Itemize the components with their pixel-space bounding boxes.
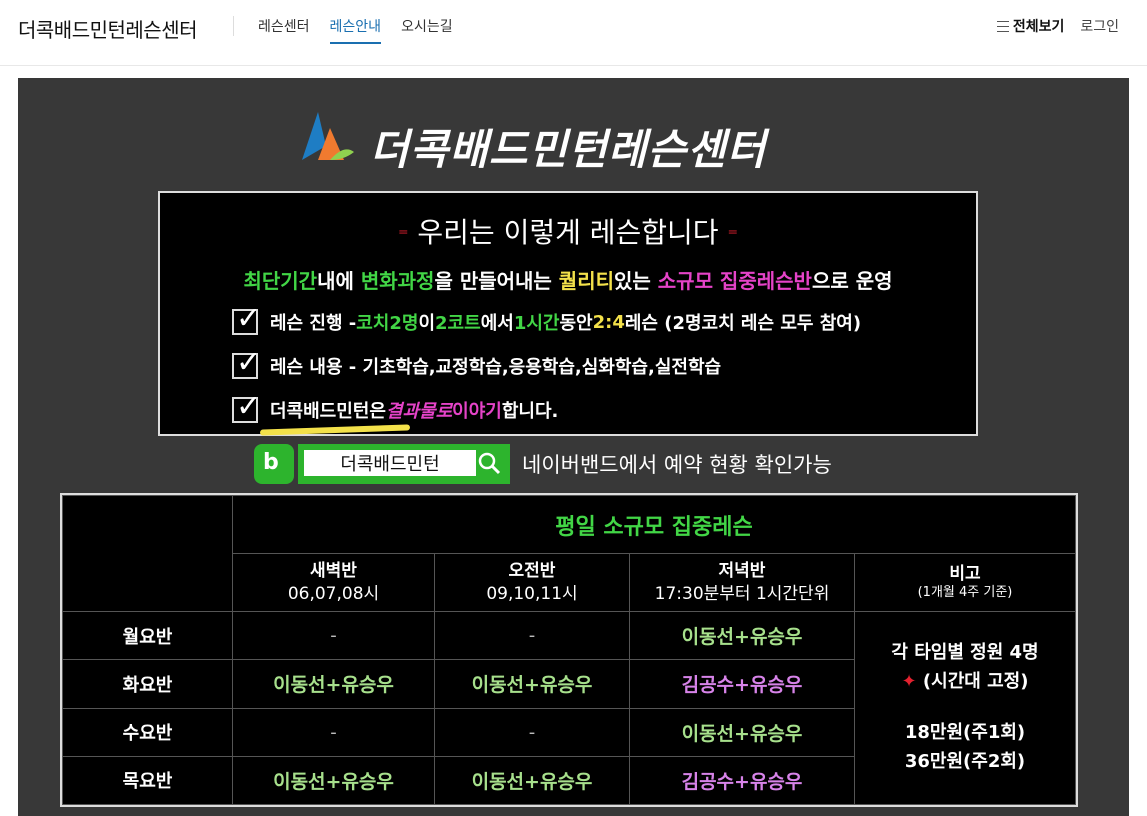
subline-text: 으로 운영 (811, 269, 893, 293)
brand-logo-icon (302, 112, 354, 160)
checklist: 레슨 진행 - 코치2명이 2코트에서 1시간동안 2:4 레슨 (2명코치 레… (232, 301, 862, 439)
band-icon-letter: b (263, 450, 279, 475)
login-link[interactable]: 로그인 (1080, 16, 1119, 36)
nav-item-lesson-info[interactable]: 레슨안내 (329, 16, 382, 44)
naver-band-icon: b (254, 444, 294, 484)
check-text: 합니다. (501, 401, 559, 422)
subline-highlight: 최단기간 (243, 269, 318, 293)
row-label: 월요반 (62, 610, 233, 661)
nav-item-lesson-center[interactable]: 레슨센터 (258, 16, 310, 44)
check-text: 레슨 (2명코치 레슨 모두 참여) (624, 313, 862, 334)
table-cell: 이동선+유승우 (434, 755, 630, 806)
check-text: 레슨 진행 - (270, 313, 357, 334)
table-cell: - (232, 610, 435, 661)
note-price-2: 36만원(주2회) (904, 750, 1026, 772)
check-highlight: 2:4 (592, 311, 625, 333)
intro-headline: ⁼ 우리는 이렇게 레슨합니다 ⁼ (160, 211, 976, 251)
note-header-title: 비고 (949, 564, 981, 584)
band-caption: 네이버밴드에서 예약 현황 확인가능 (522, 453, 832, 477)
table-cell: - (232, 707, 435, 757)
column-name: 오전반 (508, 561, 556, 582)
check-text: 이 (418, 313, 436, 334)
checkbox-icon (232, 389, 261, 424)
row-label: 수요반 (62, 707, 233, 757)
check-text: 동안 (559, 313, 593, 334)
column-name: 새벽반 (310, 561, 357, 582)
column-time: 17:30분부터 1시간단위 (654, 583, 830, 604)
site-brand[interactable]: 더콕배드민턴레슨센터 (18, 14, 198, 43)
table-cell: 김공수+유승우 (629, 659, 855, 709)
check-text: 더콕배드민턴은 (270, 401, 386, 422)
column-header: 오전반 09,10,11시 (434, 553, 630, 612)
check-highlight: 2코트 (435, 313, 481, 334)
table-cell: 이동선+유승우 (434, 659, 630, 709)
nav-divider (233, 16, 234, 36)
check-highlight: 1시간 (513, 313, 560, 334)
note-cell: 각 타임별 정원 4명 ✦ (시간대 고정) 18만원(주1회) 36만원(주2… (854, 611, 1076, 805)
note-header-sub: (1개월 4주 기준) (917, 585, 1013, 601)
check-highlight: 이야기 (452, 401, 502, 422)
spark-right-icon: ⁼ (727, 223, 739, 247)
main-nav: 레슨센터 레슨안내 오시는길 (258, 16, 453, 44)
checklist-item: 레슨 진행 - 코치2명이 2코트에서 1시간동안 2:4 레슨 (2명코치 레… (232, 301, 862, 337)
lesson-banner-image: 더콕배드민턴레슨센터 ⁼ 우리는 이렇게 레슨합니다 ⁼ 최단기간내에 변화과정… (18, 78, 1129, 816)
note-price-1: 18만원(주1회) (904, 722, 1026, 743)
table-title: 평일 소규모 집중레슨 (232, 495, 1076, 554)
utility-nav: 전체보기 로그인 (996, 16, 1119, 36)
naver-band-search: b 더콕배드민턴 네이버밴드에서 예약 현황 확인가능 (254, 444, 832, 484)
view-all-menu-button[interactable]: 전체보기 (996, 16, 1065, 36)
check-highlight: 코치2명 (356, 313, 419, 334)
table-row: 월요반 - - 이동선+유승우 각 타임별 정원 4명 ✦ (시간대 고정) 1… (62, 610, 1076, 805)
search-icon (478, 452, 501, 475)
table-cell: 김공수+유승우 (629, 755, 855, 806)
checklist-item: 레슨 내용 - 기초학습,교정학습,응용학습,심화학습,실전학습 (232, 345, 861, 381)
checkbox-icon (232, 345, 261, 380)
checkbox-icon (232, 301, 261, 336)
column-time: 06,07,08시 (287, 583, 380, 604)
row-label: 목요반 (62, 755, 233, 806)
subline-text: 을 만들어내는 (434, 269, 559, 293)
lesson-intro-box: ⁼ 우리는 이렇게 레슨합니다 ⁼ 최단기간내에 변화과정을 만들어내는 퀄리티… (158, 191, 978, 436)
checklist-item: 더콕배드민턴은 결과물로 이야기합니다. (232, 389, 861, 425)
column-name: 저녁반 (718, 561, 766, 582)
subline-text: 있는 (614, 269, 658, 293)
band-search-field: 더콕배드민턴 (304, 450, 476, 476)
banner-title: 더콕배드민턴레슨센터 (370, 125, 767, 174)
band-search-box: 더콕배드민턴 (298, 444, 510, 484)
table-cell: 이동선+유승우 (629, 707, 855, 757)
column-header: 저녁반 17:30분부터 1시간단위 (629, 553, 855, 612)
subline-highlight: 변화과정 (360, 269, 435, 293)
table-cell: 이동선+유승우 (232, 755, 435, 806)
row-label: 화요반 (62, 659, 233, 709)
schedule-table: 평일 소규모 집중레슨 새벽반 06,07,08시 오전반 09,10,11시 저녁… (60, 493, 1078, 807)
intro-headline-text: 우리는 이렇게 레슨합니다 (417, 216, 719, 249)
table-cell: 이동선+유승우 (232, 659, 435, 709)
star-icon: ✦ (901, 671, 917, 693)
subline-highlight: 소규모 집중레슨반 (657, 269, 812, 293)
check-highlight: 결과물로 (385, 401, 453, 422)
table-corner-cell (62, 495, 233, 612)
hamburger-icon (996, 20, 1009, 32)
table-cell: 이동선+유승우 (629, 610, 855, 661)
check-text: 에서 (480, 313, 514, 334)
spark-left-icon: ⁼ (397, 223, 409, 247)
table-cell: - (434, 707, 630, 757)
check-text: 레슨 내용 - 기초학습,교정학습,응용학습,심화학습,실전학습 (270, 357, 722, 378)
note-capacity: 각 타임별 정원 4명 (891, 642, 1039, 664)
table-cell: - (434, 610, 630, 661)
view-all-label: 전체보기 (1012, 19, 1065, 35)
subline-text: 내에 (317, 269, 361, 293)
column-time: 09,10,11시 (486, 583, 578, 604)
subline-highlight: 퀄리티 (558, 269, 614, 293)
nav-item-directions[interactable]: 오시는길 (401, 16, 453, 44)
top-navigation-bar: 더콕배드민턴레슨센터 레슨센터 레슨안내 오시는길 전체보기 로그인 (0, 0, 1147, 66)
intro-subline: 최단기간내에 변화과정을 만들어내는 퀄리티있는 소규모 집중레슨반으로 운영 (160, 265, 976, 294)
note-fixed-time: (시간대 고정) (922, 671, 1029, 693)
note-header: 비고 (1개월 4주 기준) (854, 553, 1076, 612)
column-header: 새벽반 06,07,08시 (232, 553, 435, 612)
